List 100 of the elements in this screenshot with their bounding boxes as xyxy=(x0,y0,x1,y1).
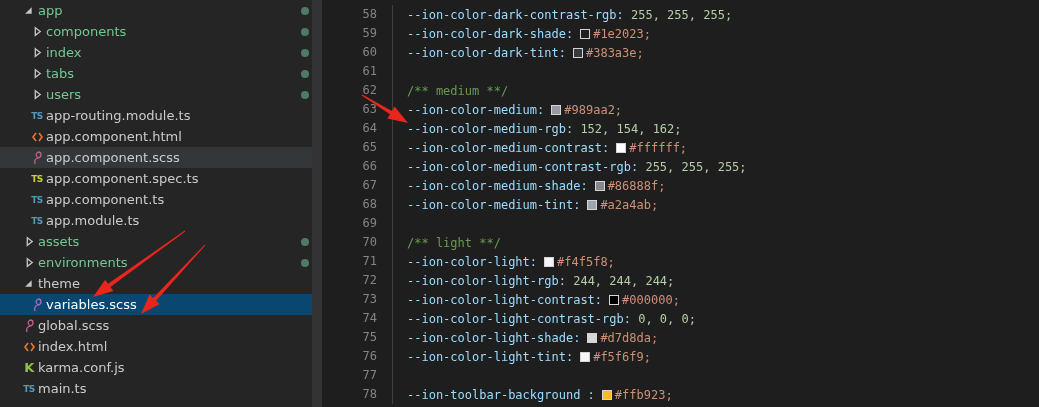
color-swatch[interactable] xyxy=(580,28,591,39)
file-item[interactable]: variables.scss xyxy=(0,294,312,315)
color-swatch[interactable] xyxy=(601,389,612,400)
file-item[interactable]: index.html xyxy=(0,336,312,357)
code-icon xyxy=(23,341,35,352)
color-swatch[interactable] xyxy=(587,199,598,210)
code-comment: /** light **/ xyxy=(407,235,501,250)
file-name: app.module.ts xyxy=(46,213,140,228)
hex-value: #000000; xyxy=(622,292,680,307)
line-number: 60 xyxy=(361,44,378,61)
css-property: --ion-color-medium-contrast: xyxy=(407,140,610,155)
line-number: 62 xyxy=(361,82,378,99)
hex-value: #ffffff; xyxy=(629,140,688,155)
css-property: --ion-color-medium-shade: xyxy=(407,178,588,193)
line-number: 74 xyxy=(361,310,378,327)
code-icon xyxy=(31,131,43,142)
color-swatch[interactable] xyxy=(551,104,562,115)
folder-name: tabs xyxy=(46,66,75,81)
file-name: global.scss xyxy=(38,318,110,333)
typescript-icon: TS xyxy=(31,194,43,205)
rgb-value: 255, 255, 255; xyxy=(644,159,747,174)
color-swatch[interactable] xyxy=(609,294,620,305)
css-property: --ion-color-medium-contrast-rgb: xyxy=(407,159,639,174)
line-number: 66 xyxy=(361,158,378,175)
expanded-caret-icon[interactable] xyxy=(23,5,35,16)
color-swatch[interactable] xyxy=(616,142,627,153)
folder-item[interactable]: users xyxy=(0,84,312,105)
line-number: 63 xyxy=(361,101,378,118)
typescript-icon: TS xyxy=(31,173,43,184)
file-name: karma.conf.js xyxy=(38,360,125,375)
folder-item[interactable]: index xyxy=(0,42,312,63)
line-number: 68 xyxy=(361,196,378,213)
file-item[interactable]: TS app.component.ts xyxy=(0,189,312,210)
file-name: main.ts xyxy=(38,381,87,396)
sass-icon xyxy=(23,318,35,333)
line-number: 58 xyxy=(361,6,378,23)
css-property: --ion-color-medium: xyxy=(407,102,545,117)
color-swatch[interactable] xyxy=(594,180,605,191)
css-property: --ion-color-light-tint: xyxy=(407,349,574,364)
color-swatch[interactable] xyxy=(580,351,591,362)
line-number: 75 xyxy=(361,329,378,346)
hex-value: #1e2023; xyxy=(593,26,651,41)
file-item[interactable]: TS app.module.ts xyxy=(0,210,312,231)
line-number: 69 xyxy=(361,215,378,232)
line-number: 59 xyxy=(361,25,378,42)
line-number: 71 xyxy=(361,253,378,270)
folder-name: theme xyxy=(38,276,80,291)
file-name: variables.scss xyxy=(46,297,137,312)
karma-icon: K xyxy=(24,360,34,375)
expanded-caret-icon[interactable] xyxy=(23,278,35,289)
css-property: --ion-color-light-contrast-rgb: xyxy=(407,311,631,326)
color-swatch[interactable] xyxy=(587,332,598,343)
rgb-value: 0, 0, 0; xyxy=(637,311,696,326)
color-swatch[interactable] xyxy=(572,47,583,58)
file-name: app.component.scss xyxy=(46,150,180,165)
file-item[interactable]: K karma.conf.js xyxy=(0,357,312,378)
color-swatch[interactable] xyxy=(544,256,555,267)
folder-item[interactable]: components xyxy=(0,21,312,42)
typescript-icon: TS xyxy=(31,215,43,226)
typescript-icon: TS xyxy=(23,383,35,394)
rgb-value: 244, 244, 244; xyxy=(572,273,675,288)
css-property: --ion-color-light: xyxy=(407,254,538,269)
css-property: --ion-color-light-contrast: xyxy=(407,292,603,307)
hex-value: #f5f6f9; xyxy=(593,349,651,364)
folder-item[interactable]: theme xyxy=(0,273,312,294)
line-number: 64 xyxy=(361,120,378,137)
rgb-value: 152, 154, 162; xyxy=(579,121,682,136)
folder-item[interactable]: app xyxy=(0,0,312,21)
line-number: 70 xyxy=(361,234,378,251)
line-number: 72 xyxy=(361,272,378,289)
line-number: 78 xyxy=(361,386,378,403)
annotation-arrow xyxy=(361,94,408,123)
line-number: 76 xyxy=(361,348,378,365)
line-number: 67 xyxy=(361,177,378,194)
hex-value: #989aa2; xyxy=(564,102,623,117)
folder-item[interactable]: tabs xyxy=(0,63,312,84)
css-property: --ion-color-light-shade: xyxy=(407,330,581,345)
hex-value: #a2a4ab; xyxy=(600,197,659,212)
line-number: 65 xyxy=(361,139,378,156)
css-property: --ion-color-light-rgb: xyxy=(407,273,566,288)
file-item[interactable]: app.component.html xyxy=(0,126,312,147)
rgb-value: 255, 255, 255; xyxy=(629,7,733,22)
line-number: 73 xyxy=(361,291,378,308)
file-name: app.component.ts xyxy=(46,192,165,207)
sass-icon xyxy=(31,297,43,312)
line-number: 61 xyxy=(361,63,378,80)
file-item[interactable]: TS app-routing.module.ts xyxy=(0,105,312,126)
folder-name: index xyxy=(46,45,82,60)
hex-value: #f4f5f8; xyxy=(557,254,615,269)
file-item[interactable]: app.component.scss xyxy=(0,147,312,168)
hex-value: #ffb923; xyxy=(614,387,673,402)
hex-value: #383a3e; xyxy=(585,45,644,60)
scrollbar[interactable] xyxy=(312,0,322,407)
typescript-icon: TS xyxy=(31,110,43,121)
file-item[interactable]: TS main.ts xyxy=(0,378,312,399)
file-item[interactable]: TS app.component.spec.ts xyxy=(0,168,312,189)
line-number: 77 xyxy=(361,367,378,384)
file-item[interactable]: global.scss xyxy=(0,315,312,336)
folder-name: app xyxy=(38,3,63,18)
css-property: --ion-color-medium-rgb: xyxy=(407,121,574,136)
